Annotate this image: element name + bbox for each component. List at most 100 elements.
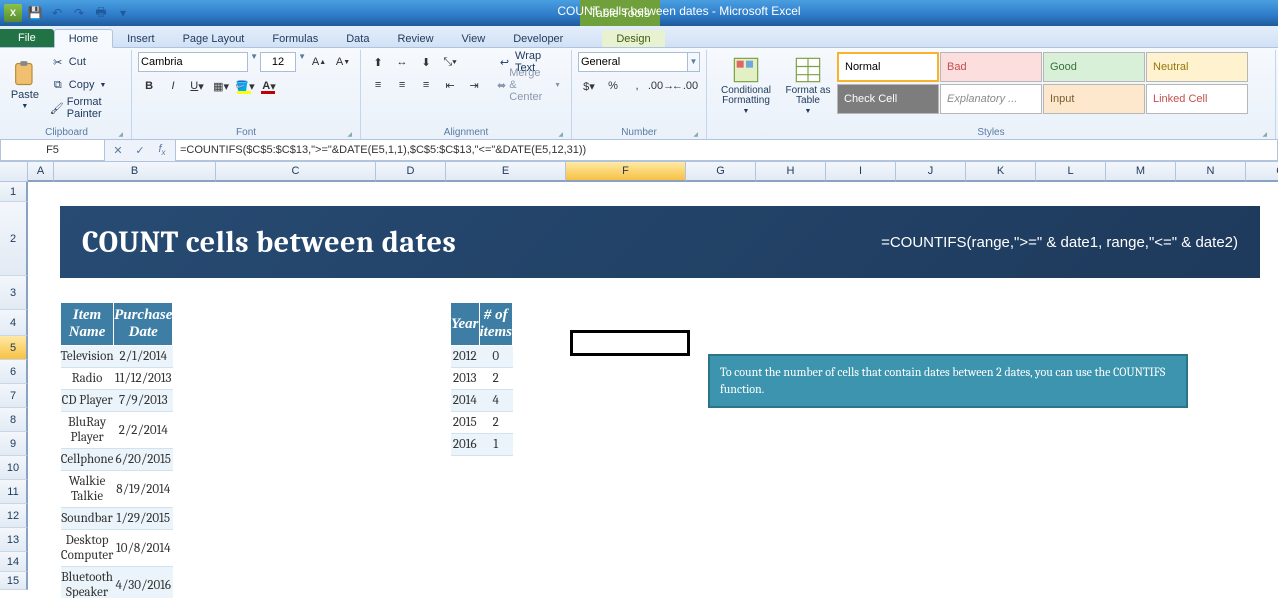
cell[interactable]: BluRay Player	[61, 412, 114, 449]
worksheet[interactable]: ABCDEFGHIJKLMNO 123456789101112131415 CO…	[0, 162, 1278, 598]
style-neutral[interactable]: Neutral	[1146, 52, 1248, 82]
italic-button[interactable]: I	[162, 76, 184, 96]
tab-file[interactable]: File	[0, 29, 54, 47]
col-header-H[interactable]: H	[756, 162, 826, 182]
row-header-5[interactable]: 5	[0, 336, 28, 360]
cell[interactable]: 0	[479, 346, 513, 368]
row-header-8[interactable]: 8	[0, 408, 28, 432]
select-all-corner[interactable]	[0, 162, 28, 182]
cancel-formula-button[interactable]: ✕	[108, 141, 128, 161]
style-linked-cell[interactable]: Linked Cell	[1146, 84, 1248, 114]
table-row[interactable]: BluRay Player2/2/2014	[61, 412, 173, 449]
col-header-E[interactable]: E	[446, 162, 566, 182]
align-right-button[interactable]: ≡	[415, 75, 437, 95]
table-row[interactable]: CD Player7/9/2013	[61, 390, 173, 412]
cell[interactable]: 2012	[451, 346, 480, 368]
cell[interactable]: 6/20/2015	[114, 449, 173, 471]
col-header-A[interactable]: A	[28, 162, 54, 182]
excel-icon[interactable]: X	[4, 4, 22, 22]
tab-design[interactable]: Design	[602, 30, 664, 47]
row-header-9[interactable]: 9	[0, 432, 28, 456]
style-input[interactable]: Input	[1043, 84, 1145, 114]
redo-icon[interactable]: ↷	[70, 4, 88, 22]
font-size-combo[interactable]	[260, 52, 296, 72]
cell[interactable]: 2014	[451, 390, 480, 412]
cell[interactable]: Television	[61, 346, 114, 368]
col-header-B[interactable]: B	[54, 162, 216, 182]
tab-insert[interactable]: Insert	[113, 30, 169, 47]
cell[interactable]: 4	[479, 390, 513, 412]
col-header-L[interactable]: L	[1036, 162, 1106, 182]
bold-button[interactable]: B	[138, 76, 160, 96]
year-count-table[interactable]: Year # of items 201202013220144201522016…	[450, 302, 513, 456]
tab-view[interactable]: View	[448, 30, 500, 47]
tab-page-layout[interactable]: Page Layout	[169, 30, 259, 47]
dropdown-icon[interactable]: ▾	[114, 4, 132, 22]
table-row[interactable]: 20161	[451, 434, 513, 456]
table-row[interactable]: Cellphone6/20/2015	[61, 449, 173, 471]
decrease-indent-button[interactable]: ⇤	[439, 75, 461, 95]
cut-button[interactable]: ✂Cut	[46, 52, 125, 72]
table-row[interactable]: Desktop Computer10/8/2014	[61, 530, 173, 567]
cell[interactable]: Bluetooth Speaker	[61, 567, 114, 598]
cell[interactable]: 2/2/2014	[114, 412, 173, 449]
cell[interactable]: Walkie Talkie	[61, 471, 114, 508]
col-year[interactable]: Year	[451, 303, 480, 346]
fx-icon[interactable]: fx	[152, 141, 172, 161]
row-header-10[interactable]: 10	[0, 456, 28, 480]
border-button[interactable]: ▦▾	[210, 76, 232, 96]
name-box[interactable]: F5	[0, 140, 105, 161]
formula-bar[interactable]: =COUNTIFS($C$5:$C$13,">="&DATE(E5,1,1),$…	[175, 140, 1278, 161]
cell[interactable]: 2015	[451, 412, 480, 434]
col-header-M[interactable]: M	[1106, 162, 1176, 182]
row-header-15[interactable]: 15	[0, 572, 28, 590]
cell[interactable]: Radio	[61, 368, 114, 390]
percent-button[interactable]: %	[602, 76, 624, 96]
table-row[interactable]: 20132	[451, 368, 513, 390]
enter-formula-button[interactable]: ✓	[130, 141, 150, 161]
increase-decimal-button[interactable]: .00→	[650, 76, 672, 96]
cell[interactable]: 1/29/2015	[114, 508, 173, 530]
comma-button[interactable]: ,	[626, 76, 648, 96]
decrease-decimal-button[interactable]: ←.00	[674, 76, 696, 96]
merge-center-button[interactable]: ⬌Merge & Center▼	[493, 75, 565, 95]
cell[interactable]: Soundbar	[61, 508, 114, 530]
row-header-1[interactable]: 1	[0, 182, 28, 202]
col-header-G[interactable]: G	[686, 162, 756, 182]
table-row[interactable]: Bluetooth Speaker4/30/2016	[61, 567, 173, 598]
table-row[interactable]: Walkie Talkie8/19/2014	[61, 471, 173, 508]
format-as-table-button[interactable]: Format as Table▼	[783, 52, 833, 116]
table-row[interactable]: Soundbar1/29/2015	[61, 508, 173, 530]
cell[interactable]: 2/1/2014	[114, 346, 173, 368]
cell[interactable]: 7/9/2013	[114, 390, 173, 412]
row-header-11[interactable]: 11	[0, 480, 28, 504]
row-header-2[interactable]: 2	[0, 202, 28, 276]
tab-formulas[interactable]: Formulas	[258, 30, 332, 47]
font-color-button[interactable]: A▾	[258, 76, 280, 96]
cell[interactable]: 1	[479, 434, 513, 456]
cell-styles-gallery[interactable]: NormalBadGoodNeutralCheck CellExplanator…	[837, 52, 1269, 114]
align-left-button[interactable]: ≡	[367, 75, 389, 95]
align-center-button[interactable]: ≡	[391, 75, 413, 95]
cell[interactable]: 2	[479, 368, 513, 390]
col-header-F[interactable]: F	[566, 162, 686, 182]
orientation-button[interactable]: ⤡▾	[439, 52, 461, 72]
row-header-3[interactable]: 3	[0, 276, 28, 310]
table-row[interactable]: 20120	[451, 346, 513, 368]
row-header-12[interactable]: 12	[0, 504, 28, 528]
align-bottom-button[interactable]: ⬇	[415, 52, 437, 72]
style-check-cell[interactable]: Check Cell	[837, 84, 939, 114]
col-header-C[interactable]: C	[216, 162, 376, 182]
align-middle-button[interactable]: ↔	[391, 52, 413, 72]
undo-icon[interactable]: ↶	[48, 4, 66, 22]
number-format-combo[interactable]	[578, 52, 688, 72]
grow-font-button[interactable]: A▲	[308, 52, 330, 72]
tab-home[interactable]: Home	[54, 29, 113, 48]
tab-data[interactable]: Data	[332, 30, 383, 47]
tab-review[interactable]: Review	[383, 30, 447, 47]
col-header-I[interactable]: I	[826, 162, 896, 182]
font-name-combo[interactable]	[138, 52, 248, 72]
row-header-7[interactable]: 7	[0, 384, 28, 408]
row-header-14[interactable]: 14	[0, 552, 28, 572]
col-item-name[interactable]: Item Name	[61, 303, 114, 346]
